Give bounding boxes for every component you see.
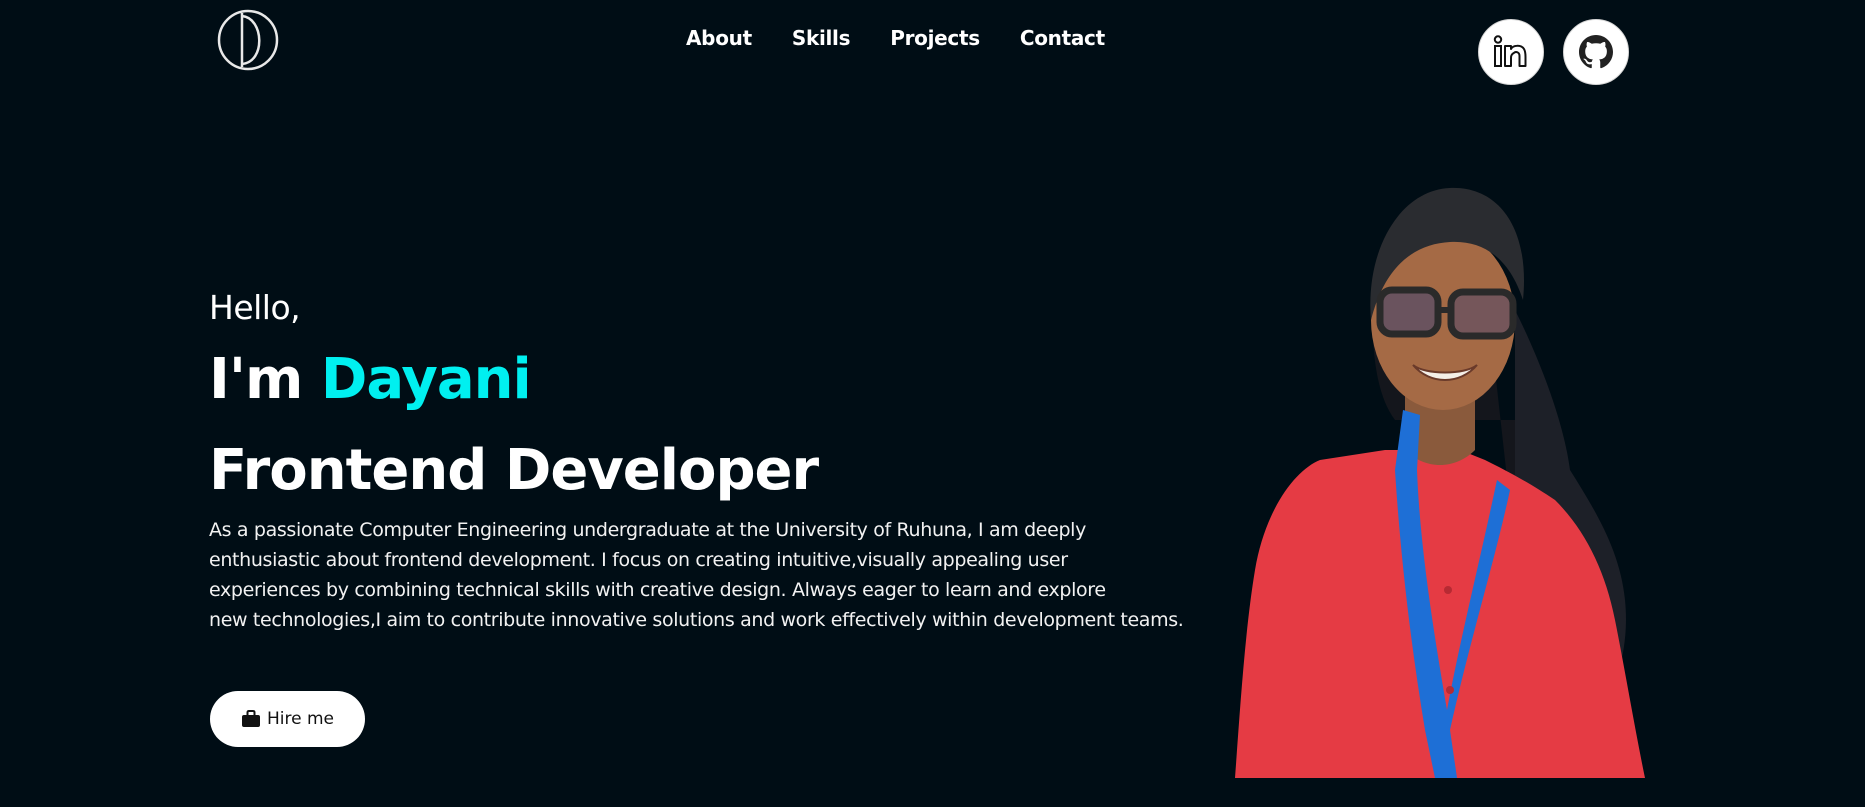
nav-projects[interactable]: Projects bbox=[890, 26, 980, 50]
nav-contact[interactable]: Contact bbox=[1020, 26, 1105, 50]
github-icon bbox=[1579, 35, 1613, 69]
portfolio-page: About Skills Projects Contact Hello, I'm… bbox=[0, 0, 1865, 807]
hire-me-label: Hire me bbox=[266, 709, 334, 729]
monogram-d-logo-icon bbox=[217, 9, 279, 71]
role-heading: Frontend Developer bbox=[209, 438, 819, 503]
intro-heading: I'm Dayani bbox=[209, 345, 532, 415]
intro-prefix: I'm bbox=[209, 347, 321, 412]
name-highlight: Dayani bbox=[320, 347, 532, 412]
glasses-right bbox=[1447, 288, 1517, 340]
nav-about[interactable]: About bbox=[686, 26, 752, 50]
shirt-button bbox=[1444, 586, 1452, 594]
bio-line: enthusiastic about frontend development.… bbox=[209, 549, 1068, 571]
bio-line: new technologies,I aim to contribute inn… bbox=[209, 609, 1184, 631]
main-nav: About Skills Projects Contact bbox=[686, 26, 1105, 50]
bio-line: As a passionate Computer Engineering und… bbox=[209, 519, 1087, 541]
profile-photo bbox=[1235, 187, 1645, 778]
social-links bbox=[1478, 19, 1629, 85]
bio-paragraph: As a passionate Computer Engineering und… bbox=[209, 515, 1249, 635]
glasses-left bbox=[1376, 286, 1442, 338]
briefcase-icon bbox=[241, 710, 260, 727]
hire-me-button[interactable]: Hire me bbox=[210, 691, 365, 747]
linkedin-button[interactable] bbox=[1478, 19, 1544, 85]
github-button[interactable] bbox=[1563, 19, 1629, 85]
greeting-text: Hello, bbox=[209, 288, 301, 327]
site-logo[interactable] bbox=[216, 8, 280, 72]
shirt-button bbox=[1446, 686, 1454, 694]
linkedin-icon bbox=[1493, 35, 1527, 67]
bio-line: experiences by combining technical skill… bbox=[209, 579, 1106, 601]
nav-skills[interactable]: Skills bbox=[792, 26, 851, 50]
